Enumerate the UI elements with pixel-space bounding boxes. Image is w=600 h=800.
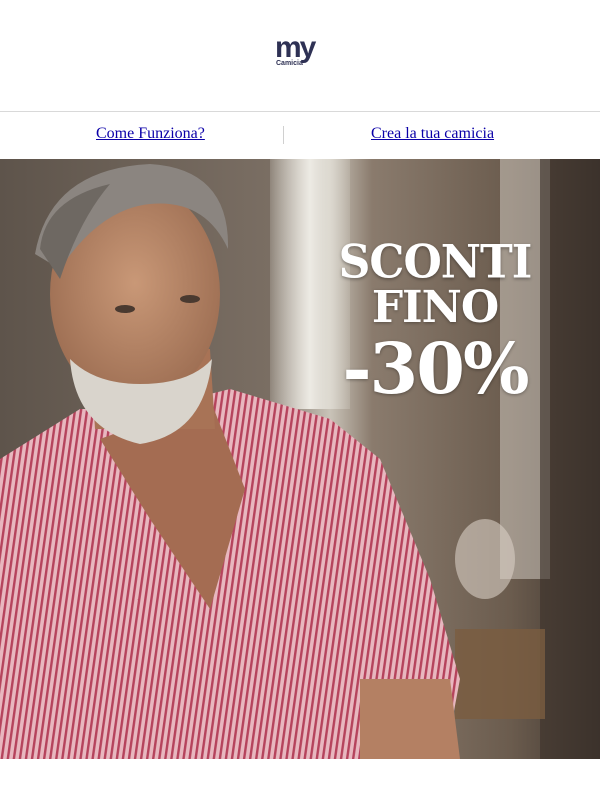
- hero-banner[interactable]: SCONTI FINO -30%: [0, 159, 600, 759]
- headline-discount: -30%: [342, 327, 530, 410]
- logo-subtitle: Camicia: [276, 60, 303, 67]
- promo-headline: SCONTI FINO -30%: [330, 235, 540, 410]
- headline-fino: FINO: [371, 282, 499, 333]
- email-header: my Camicia: [0, 0, 600, 111]
- top-navigation: Come Funziona? Crea la tua camicia: [0, 112, 600, 159]
- footer-space: [0, 759, 600, 800]
- nav-separator: [283, 126, 284, 144]
- nav-link-create-shirt[interactable]: Crea la tua camicia: [371, 125, 494, 143]
- nav-link-how-it-works[interactable]: Come Funziona?: [96, 125, 205, 143]
- headline-sconti: SCONTI: [338, 235, 533, 290]
- brand-logo[interactable]: my Camicia: [273, 32, 325, 72]
